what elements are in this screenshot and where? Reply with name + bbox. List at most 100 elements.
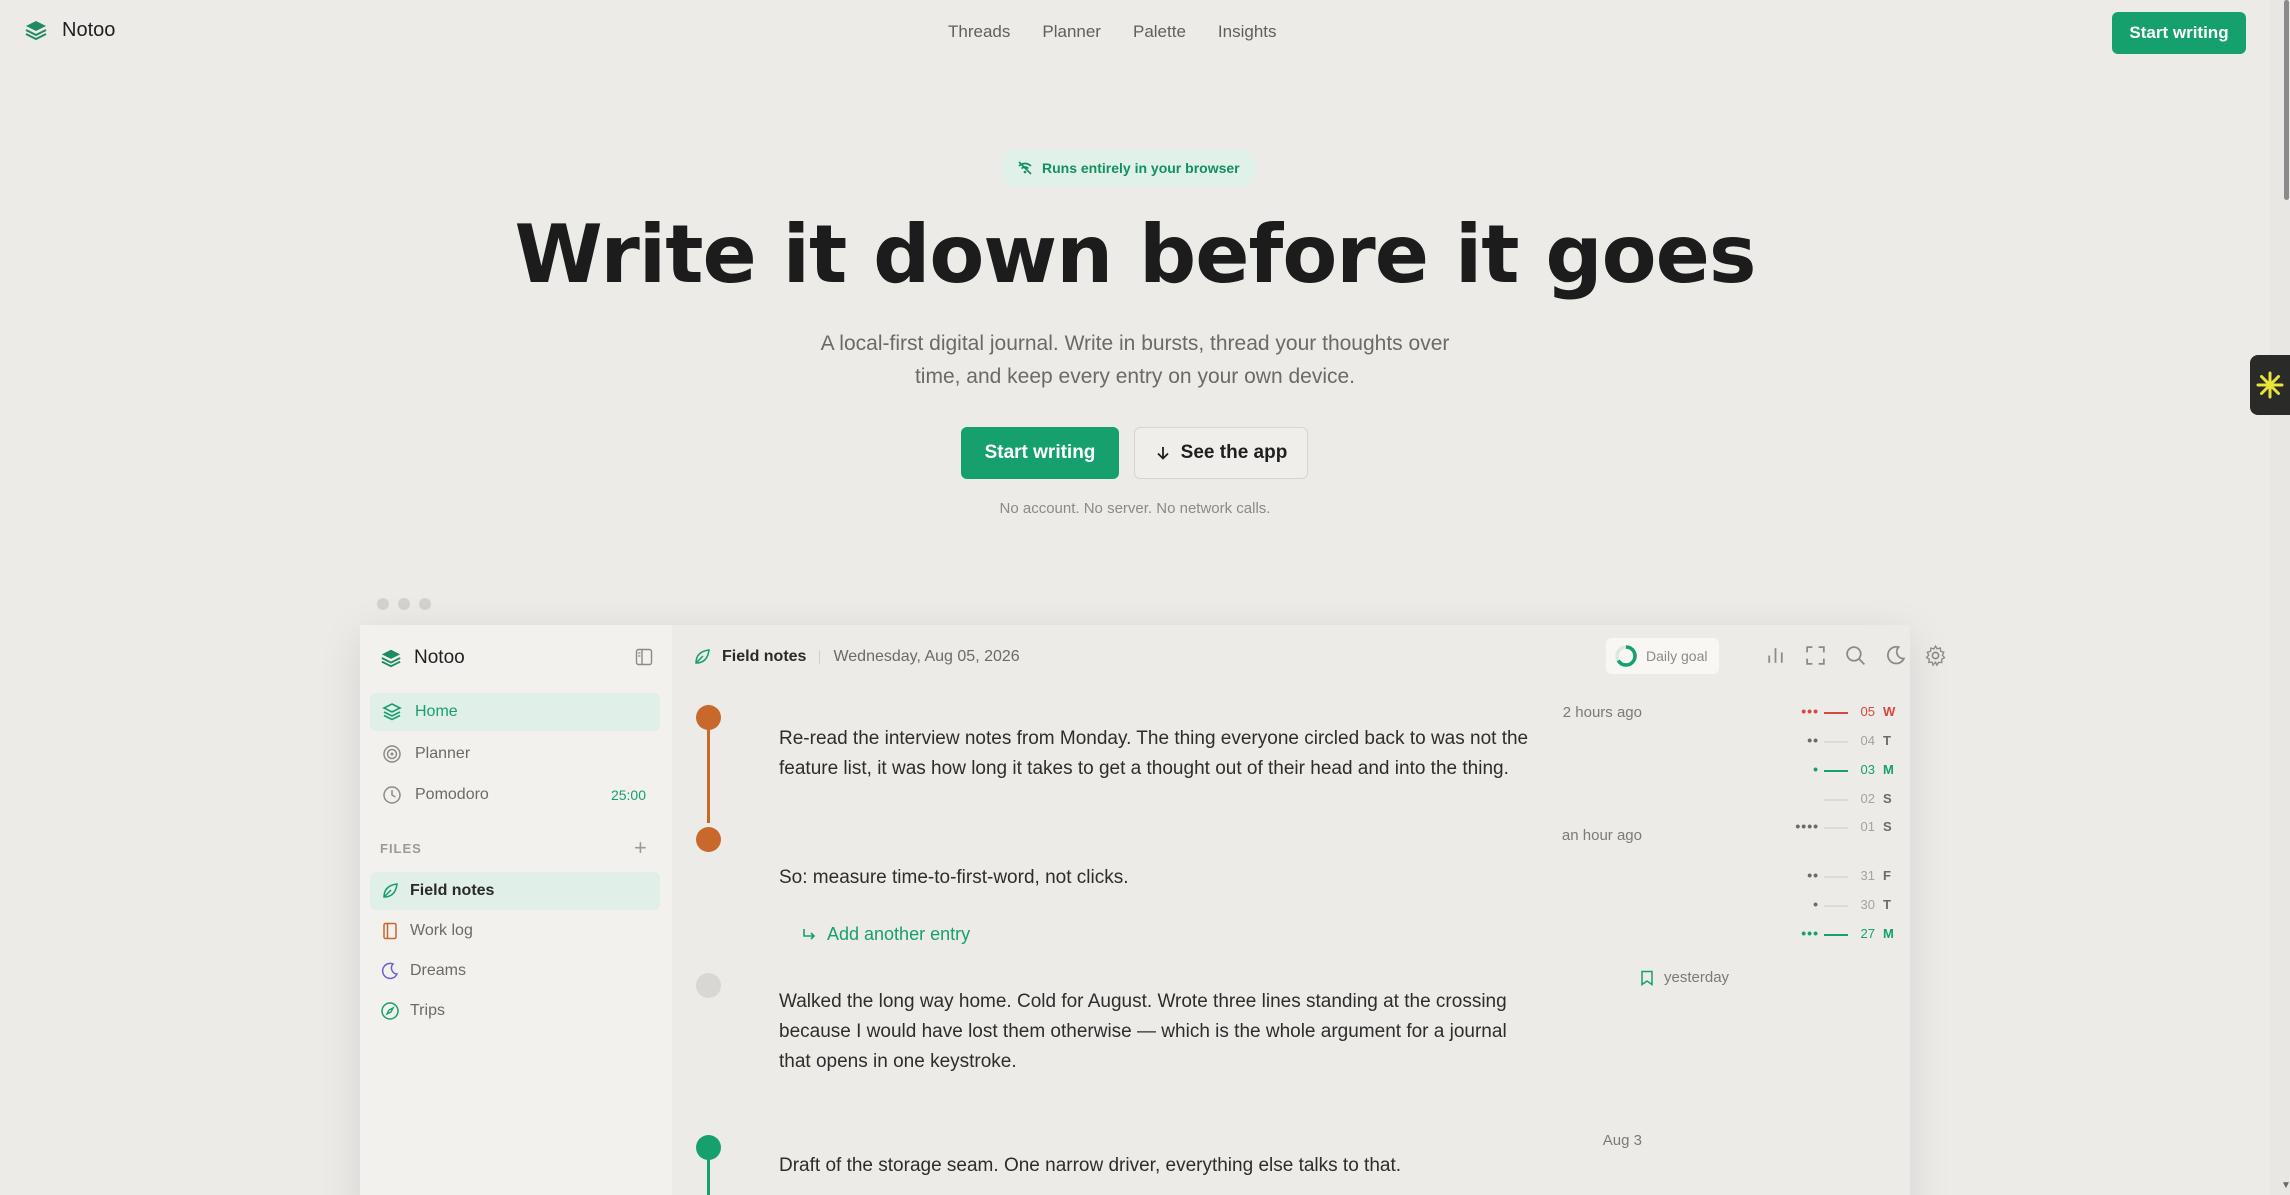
hero-subtitle-line: A local-first digital journal. Write in … (820, 332, 1450, 355)
hero-start-writing-button[interactable]: Start writing (961, 427, 1119, 479)
entry-line: So: measure time-to-first-word, not clic… (779, 867, 1129, 888)
add-another-entry-link[interactable]: Add another entry (801, 924, 970, 945)
hero-note: No account. No server. No network calls. (999, 500, 1271, 517)
file-item-label: Trips (410, 1002, 445, 1019)
entry-text[interactable]: Re-read the interview notes from Monday.… (779, 724, 1528, 784)
compass-icon (381, 1002, 399, 1020)
nav-palette[interactable]: Palette (1133, 22, 1186, 42)
streak-row[interactable]: • 30 T (1775, 896, 1905, 916)
target-icon (383, 745, 401, 763)
sidebar-item-home[interactable]: Home (370, 693, 660, 731)
entry-text[interactable]: Walked the long way home. Cold for Augus… (779, 987, 1507, 1077)
file-item-work-log[interactable]: Work log (370, 912, 660, 950)
leaf-icon (695, 649, 710, 664)
layers-icon (382, 703, 402, 721)
app-main: Field notes Wednesday, Aug 05, 2026 Dail… (672, 625, 1946, 1195)
streak-weekday: M (1883, 926, 1894, 941)
daily-goal-button[interactable]: Daily goal (1606, 638, 1720, 674)
daily-goal-label: Daily goal (1646, 648, 1708, 664)
hero-subtitle-line: time, and keep every entry on your own d… (914, 365, 1356, 388)
streak-weekday: W (1883, 704, 1896, 719)
streak-dots: •• (1807, 732, 1819, 748)
asterisk-icon (2256, 371, 2284, 399)
streak-date: 31 (1860, 868, 1875, 883)
add-file-icon[interactable]: + (634, 835, 647, 861)
sidebar-toggle-icon[interactable] (635, 648, 653, 666)
leaf-icon (383, 883, 398, 898)
top-start-writing-button[interactable]: Start writing (2112, 12, 2246, 54)
main-nav: Threads Planner Palette Insights (948, 22, 1277, 42)
bar-chart-icon[interactable] (1764, 644, 1787, 667)
bookmark-icon[interactable] (1640, 970, 1654, 986)
sidebar-item-label: Pomodoro (415, 786, 489, 803)
streak-bar (1824, 827, 1848, 829)
scrollbar-thumb[interactable] (2284, 0, 2289, 200)
sidebar-item-pomodoro[interactable]: Pomodoro 25:00 (370, 776, 660, 814)
entry-line: because I would have lost them otherwise… (779, 1021, 1507, 1042)
entry-marker[interactable] (696, 827, 721, 852)
layers-logo-icon (381, 649, 401, 668)
local-badge: Runs entirely in your browser (1001, 150, 1256, 186)
see-the-app-button[interactable]: See the app (1134, 427, 1308, 479)
window-dot (419, 598, 431, 610)
file-item-dreams[interactable]: Dreams (370, 952, 660, 990)
streak-dots: •••• (1795, 818, 1819, 834)
nav-threads[interactable]: Threads (948, 22, 1010, 42)
nav-insights[interactable]: Insights (1218, 22, 1277, 42)
sidebar-brand[interactable]: Notoo (380, 647, 465, 669)
file-item-field-notes[interactable]: Field notes (370, 872, 660, 910)
wifi-off-icon (1018, 161, 1032, 175)
streak-dots: ••• (1801, 703, 1819, 719)
search-icon[interactable] (1844, 644, 1867, 667)
hero-title: Write it down before it goes (514, 208, 1757, 301)
moon-icon[interactable] (1884, 644, 1907, 667)
sidebar-item-planner[interactable]: Planner (370, 735, 660, 773)
entry-text[interactable]: So: measure time-to-first-word, not clic… (779, 863, 1128, 893)
streak-bar (1824, 799, 1848, 801)
entry-time: an hour ago (1561, 827, 1642, 844)
streak-row[interactable]: •• 31 F (1775, 867, 1905, 887)
entry-time: 2 hours ago (1562, 704, 1642, 721)
streak-row[interactable]: •• 04 T (1775, 732, 1905, 752)
window-controls (377, 598, 431, 610)
entry-line: that opens in one keystroke. (779, 1051, 1017, 1072)
streak-date: 03 (1860, 762, 1875, 777)
streak-row[interactable]: ••• 05 W (1775, 703, 1905, 723)
entry-time-bookmarked: yesterday (1640, 969, 1729, 986)
entry-marker[interactable] (696, 705, 721, 730)
app-preview: Notoo Home Planner Pomodoro 25:00 FILES … (360, 625, 1946, 1195)
current-file-name: Field notes (722, 648, 807, 665)
hero-subtitle: A local-first digital journal. Write in … (785, 327, 1485, 393)
gear-icon[interactable] (1924, 644, 1947, 667)
feedback-widget[interactable] (2250, 355, 2290, 415)
brand-logo-link[interactable]: Notoo (24, 18, 115, 42)
sidebar-item-label: Home (415, 703, 458, 720)
streak-date: 04 (1860, 733, 1875, 748)
streak-bar (1824, 934, 1848, 936)
nav-planner[interactable]: Planner (1042, 22, 1101, 42)
file-item-label: Dreams (410, 962, 467, 979)
streak-row[interactable]: •••• 01 S (1775, 818, 1905, 838)
sidebar-brand-name: Notoo (414, 647, 465, 668)
entry-marker[interactable] (696, 973, 721, 998)
fullscreen-icon[interactable] (1804, 644, 1827, 667)
arrow-down-icon (1157, 447, 1169, 460)
streak-dots: • (1813, 896, 1819, 912)
streak-date: 01 (1860, 819, 1875, 834)
scroll-down-arrow-icon[interactable]: ▼ (2281, 1180, 2290, 1191)
streak-weekday: S (1883, 819, 1892, 834)
main-header-title: Field notes Wednesday, Aug 05, 2026 (692, 647, 1020, 667)
current-date: Wednesday, Aug 05, 2026 (833, 648, 1020, 665)
streak-dots: ••• (1801, 925, 1819, 941)
streak-bar (1824, 770, 1848, 772)
file-item-trips[interactable]: Trips (370, 992, 660, 1030)
streak-row[interactable]: • 03 M (1775, 761, 1905, 781)
window-dot (398, 598, 410, 610)
layers-logo-icon (25, 21, 47, 41)
streak-row[interactable]: 02 S (1775, 790, 1905, 810)
streak-row[interactable]: ••• 27 M (1775, 925, 1905, 945)
streak-bar (1824, 876, 1848, 878)
moon-icon (381, 962, 399, 980)
entry-text[interactable]: Draft of the storage seam. One narrow dr… (779, 1151, 1401, 1181)
streak-weekday: F (1883, 868, 1891, 883)
